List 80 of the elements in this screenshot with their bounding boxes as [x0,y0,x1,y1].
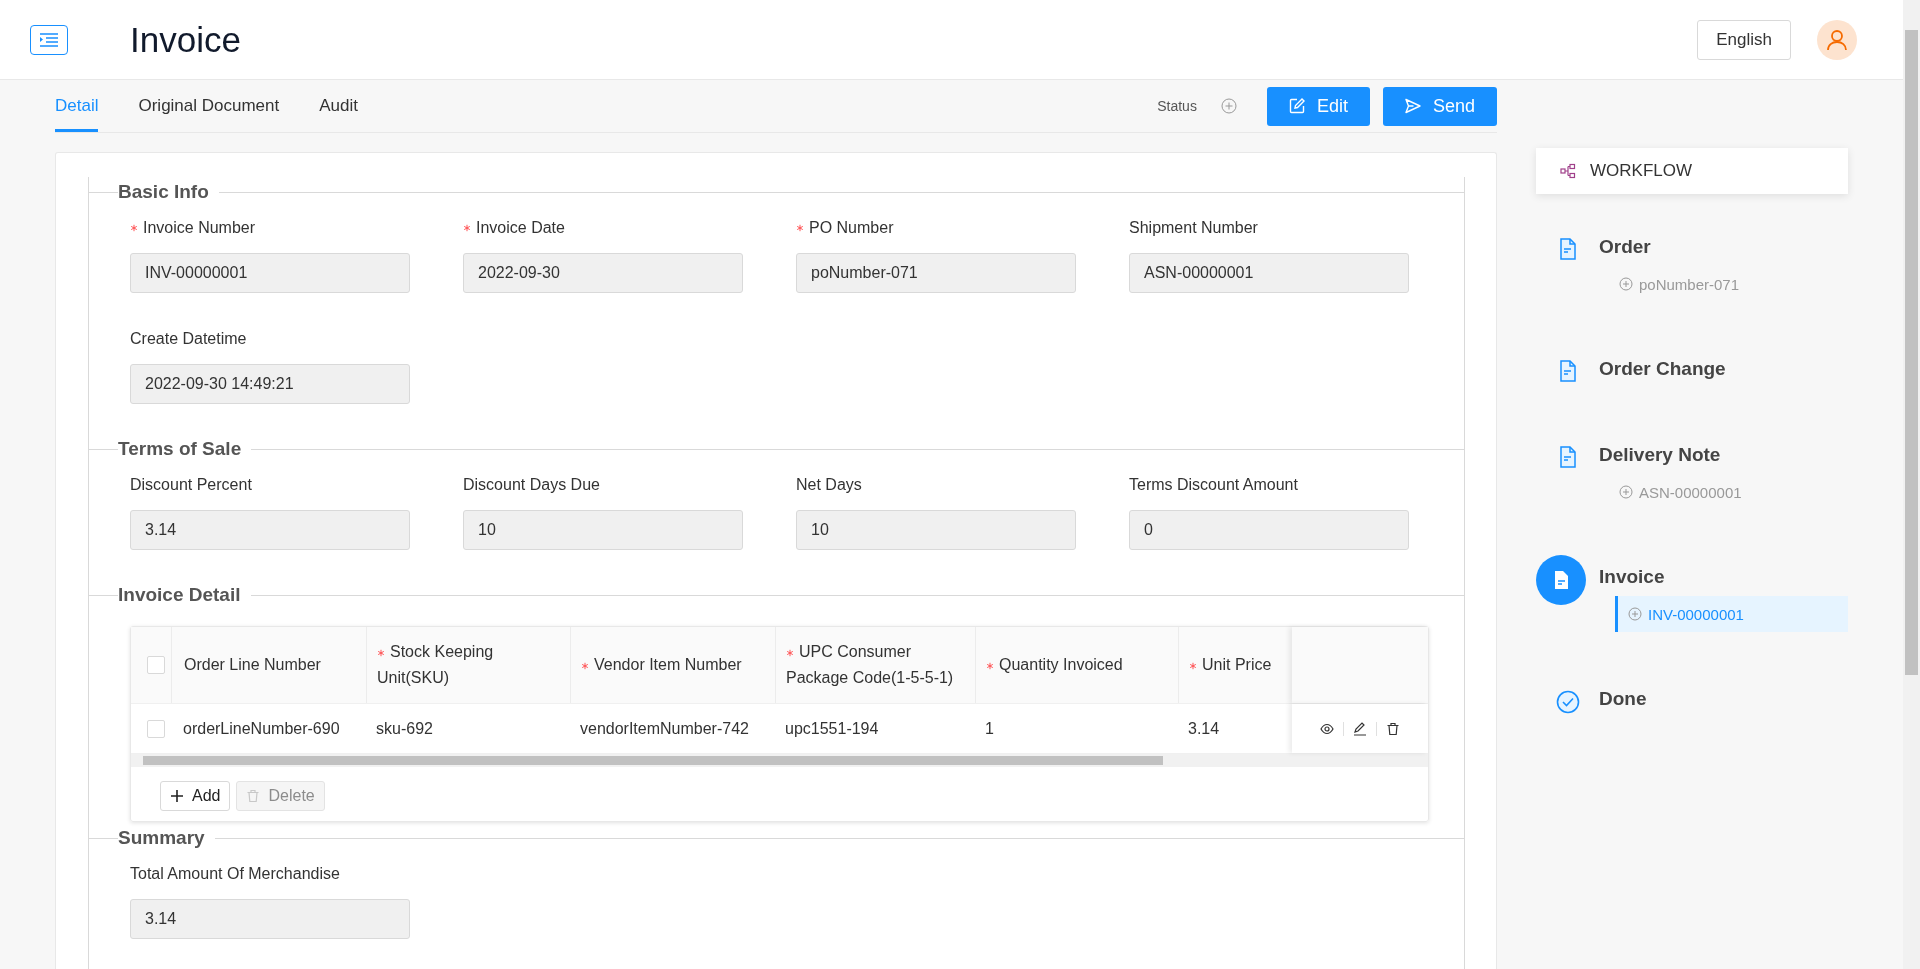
plus-icon [170,789,184,803]
text-field[interactable]: INV-00000001 [130,253,410,293]
text-field[interactable]: 2022-09-30 14:49:21 [130,364,410,404]
table-cell: 3.14 [1188,719,1220,738]
field-label: Discount Days Due [463,475,601,495]
required-icon [796,224,804,232]
step-title: Order Change [1599,358,1727,381]
menu-icon [39,32,59,47]
send-icon [1404,98,1421,114]
section-title: Invoice Detail [118,584,242,606]
table-cell: sku-692 [376,719,433,738]
text-field[interactable]: 3.14 [130,899,410,939]
tab[interactable]: Audit [319,80,358,132]
pencil-icon[interactable] [1353,721,1367,736]
eye-icon[interactable] [1320,721,1334,736]
text-field[interactable]: 10 [463,510,743,550]
required-icon [1189,662,1197,670]
edit-icon [1288,98,1305,114]
table-cell: upc1551-194 [785,719,879,738]
field-label: PO Number [796,217,1129,239]
required-icon [463,224,471,232]
section-title: Summary [118,827,206,849]
tab[interactable]: Original Document [138,80,280,132]
plus-circle-icon[interactable] [1220,98,1237,114]
field-label: Total Amount Of Merchandise [130,864,341,884]
plus-circle-icon [1619,277,1633,291]
text-field[interactable]: 10 [796,510,1076,550]
column-header: Unit Price [1189,652,1272,678]
scrollbar[interactable] [1903,0,1920,969]
step-title: Invoice [1599,566,1666,589]
field-label: Shipment Number [1129,218,1259,238]
scrollbar[interactable] [131,754,1428,767]
menu-toggle-button[interactable] [30,24,68,55]
column-header: Quantity Invoiced [986,652,1123,678]
document-icon [1536,555,1586,605]
column-header: Stock Keeping Unit(SKU) [377,642,495,688]
trash-icon[interactable] [1386,721,1400,736]
flow-diagram-icon [1560,163,1576,179]
plus-circle-icon [1628,607,1642,621]
field-label: Invoice Date [463,217,796,239]
required-icon [581,662,589,670]
table-cell: orderLineNumber-690 [183,719,340,738]
field-label: Invoice Number [130,217,463,239]
status-label: Status [1157,98,1197,114]
field-label: Discount Percent [130,475,253,495]
table-cell: 1 [985,719,994,738]
column-header: Vendor Item Number [581,652,742,678]
field-label: Terms Discount Amount [1129,475,1299,495]
avatar-icon[interactable] [1817,19,1857,60]
required-icon [377,649,385,657]
table-cell: vendorItemNumber-742 [580,719,749,738]
checkbox[interactable] [147,719,165,738]
check-circle-icon [1555,690,1580,714]
document-icon [1557,238,1578,260]
step-title: Done [1599,688,1648,711]
document-icon [1557,360,1578,382]
text-field[interactable]: 3.14 [130,510,410,550]
add-button[interactable]: Add [160,781,231,811]
page-title: Invoice [130,19,241,60]
section-title: Terms of Sale [118,438,243,460]
language-button[interactable]: English [1697,19,1791,60]
trash-icon [246,789,261,803]
step-title: Delivery Note [1599,444,1722,467]
workflow-title: WORKFLOW [1590,161,1692,181]
column-header: UPC Consumer Package Code(1-5-5-1) [786,642,955,688]
field-label: Create Datetime [130,329,248,349]
section-title: Basic Info [118,181,210,203]
field-label: Net Days [796,475,863,495]
checkbox[interactable] [147,656,165,674]
document-icon [1557,446,1578,468]
text-field[interactable]: poNumber-071 [796,253,1076,293]
column-header: Order Line Number [184,655,321,675]
plus-circle-icon [1619,485,1633,499]
step-title: Order [1599,236,1652,259]
text-field[interactable]: 2022-09-30 [463,253,743,293]
text-field[interactable]: ASN-00000001 [1129,253,1409,293]
text-field[interactable]: 0 [1129,510,1409,550]
required-icon [986,662,994,670]
required-icon [130,224,138,232]
required-icon [786,649,794,657]
